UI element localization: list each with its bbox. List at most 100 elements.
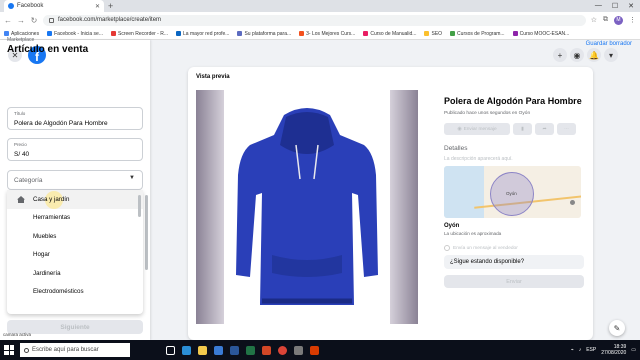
store-icon[interactable] <box>214 345 223 355</box>
breadcrumb[interactable]: Marketplace <box>7 37 34 43</box>
maximize-icon[interactable]: ☐ <box>612 2 618 10</box>
chrome-icon[interactable] <box>278 345 287 355</box>
bookmark-item[interactable]: 3- Los Mejores Curs... <box>299 31 355 37</box>
title-field-label: Título <box>14 111 26 116</box>
send-message-button[interactable]: ◉ Enviar mensaje <box>444 123 510 135</box>
message-input[interactable]: ¿Sigue estando disponible? <box>444 255 584 269</box>
network-icon[interactable]: ⌁ <box>571 347 574 353</box>
share-button[interactable]: ➦ <box>535 123 554 135</box>
taskbar-apps <box>166 345 319 355</box>
category-option-label: Casa y jardín <box>33 195 70 203</box>
category-option-electrodomesticos[interactable]: Electrodomésticos <box>7 283 143 302</box>
seller-message-text: Envía un mensaje al vendedor <box>453 245 518 251</box>
facebook-favicon-icon <box>8 3 14 9</box>
category-option-casa-y-jardin[interactable]: Casa y jardín <box>7 190 143 209</box>
camera-tooltip: camara activa <box>3 332 32 337</box>
clock-date: 27/08/2020 <box>601 350 627 356</box>
app-icon[interactable] <box>294 345 303 355</box>
search-icon <box>24 347 29 353</box>
address-bar[interactable]: facebook.com/marketplace/create/item <box>43 14 586 26</box>
star-icon[interactable]: ☆ <box>591 16 597 24</box>
map-pin-icon <box>570 200 575 205</box>
save-button[interactable]: ▮ <box>513 123 532 135</box>
taskbar-search-placeholder: Escribe aquí para buscar <box>32 347 99 353</box>
description-placeholder: La descripción aparecerá aquí. <box>444 156 513 162</box>
account-menu-icon[interactable]: ▾ <box>604 48 618 62</box>
hoodie-image <box>236 108 378 305</box>
task-view-icon[interactable] <box>166 345 175 355</box>
messenger-icon: ◉ <box>457 126 462 132</box>
page-title: Artículo en venta <box>7 44 89 55</box>
bookmark-item[interactable]: La mayor red profe... <box>176 31 229 37</box>
create-icon[interactable]: + <box>553 48 567 62</box>
category-option-herramientas[interactable]: Herramientas <box>7 209 143 228</box>
bookmark-item[interactable]: SEO <box>424 31 442 37</box>
browser-tab-strip: Facebook ✕ + — ☐ ✕ <box>0 0 640 12</box>
messenger-icon[interactable]: ◉ <box>570 48 584 62</box>
price-field[interactable]: Precio S/ 40 <box>7 138 143 161</box>
close-window-icon[interactable]: ✕ <box>628 2 634 10</box>
image-backdrop-left <box>196 90 224 324</box>
clock[interactable]: 18:39 27/08/2020 <box>601 344 626 356</box>
powerpoint-icon[interactable] <box>262 345 271 355</box>
extensions-icon[interactable]: ⧉ <box>603 16 608 24</box>
title-field-value: Polera de Algodón Para Hombre <box>14 120 108 127</box>
bookmark-item[interactable]: Curso de Manualid... <box>363 31 416 37</box>
profile-avatar[interactable]: M <box>614 15 623 25</box>
bookmark-item[interactable]: Facebook - Inicia se... <box>47 31 103 37</box>
more-button[interactable]: ··· <box>557 123 576 135</box>
tab-title: Facebook <box>17 3 44 9</box>
price-field-label: Precio <box>14 142 27 147</box>
title-field[interactable]: Título Polera de Algodón Para Hombre <box>7 107 143 130</box>
back-icon[interactable]: ← <box>4 16 12 25</box>
taskbar-search[interactable]: Escribe aquí para buscar <box>20 343 130 357</box>
bookmark-item[interactable]: Curso MOOC-ESAN... <box>512 31 569 37</box>
send-button[interactable]: Enviar <box>444 275 584 288</box>
header-actions: + ◉ 🔔 ▾ <box>553 48 618 62</box>
toolbar-right: ☆ ⧉ M ⋮ <box>591 15 636 25</box>
bookmark-item[interactable]: Su plataforma para... <box>237 31 291 37</box>
notifications-icon[interactable]: 🔔 <box>587 48 601 62</box>
location-map[interactable]: Oyón <box>444 166 581 218</box>
listing-info: Polera de Algodón Para Hombre Publicado … <box>444 95 584 288</box>
tab-close-icon[interactable]: ✕ <box>95 3 100 10</box>
volume-icon[interactable]: ♪ <box>579 347 582 353</box>
messenger-icon <box>444 245 450 251</box>
bookmark-item[interactable]: Screen Recorder - R... <box>111 31 168 37</box>
bookmark-icon <box>512 31 518 36</box>
bookmark-item[interactable]: Aplicaciones <box>4 31 39 37</box>
minimize-icon[interactable]: — <box>595 2 602 10</box>
bookmark-icon <box>450 31 456 36</box>
chevron-down-icon: ▼ <box>129 175 135 181</box>
category-option-jardineria[interactable]: Jardinería <box>7 264 143 283</box>
bookmark-icon <box>299 31 305 36</box>
word-icon[interactable] <box>230 345 239 355</box>
toolbar: ← → ↻ facebook.com/marketplace/create/it… <box>0 12 640 28</box>
category-select[interactable]: Categoría ▼ <box>7 170 143 190</box>
more-icon: ··· <box>564 126 569 132</box>
menu-icon[interactable]: ⋮ <box>629 16 636 24</box>
language-indicator[interactable]: ESP <box>586 347 596 353</box>
sidebar-scrollbar[interactable] <box>145 195 148 270</box>
category-option-muebles[interactable]: Muebles <box>7 227 143 246</box>
category-option-hogar[interactable]: Hogar <box>7 246 143 265</box>
browser-tab[interactable]: Facebook ✕ <box>4 0 104 12</box>
lock-icon <box>49 17 54 23</box>
bookmark-item[interactable]: Cursos de Program... <box>450 31 505 37</box>
app-icon[interactable] <box>310 345 319 355</box>
send-message-label: Enviar mensaje <box>463 126 497 132</box>
edge-icon[interactable] <box>182 345 191 355</box>
dropdown-scrollbar[interactable] <box>138 195 141 217</box>
save-draft-button[interactable]: Guardar borrador <box>586 41 632 47</box>
new-tab-button[interactable]: + <box>108 1 113 11</box>
map-water <box>444 166 484 218</box>
category-dropdown: Casa y jardín Herramientas Muebles Hogar… <box>7 190 143 314</box>
forward-icon[interactable]: → <box>17 16 25 25</box>
excel-icon[interactable] <box>246 345 255 355</box>
location-note: La ubicación es aproximada <box>444 231 502 236</box>
notification-center-icon[interactable]: ▭ <box>631 347 636 353</box>
file-explorer-icon[interactable] <box>198 345 207 355</box>
reload-icon[interactable]: ↻ <box>30 16 38 25</box>
new-message-icon[interactable]: ✎ <box>609 320 625 336</box>
windows-start-icon[interactable] <box>4 345 14 355</box>
